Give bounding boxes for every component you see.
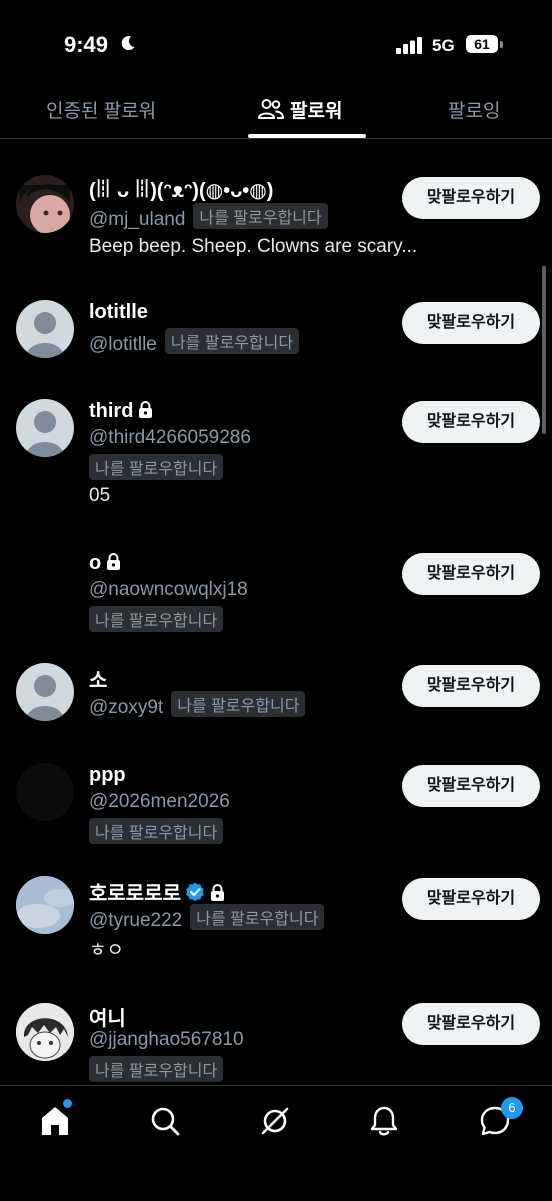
avatar[interactable] (16, 551, 74, 609)
follows-you-badge: 나를 팔로우합니다 (89, 454, 224, 480)
user-name-line: 호로로로로 (89, 877, 225, 906)
user-handle: @naowncowqlxj18 (89, 579, 248, 600)
user-name: 소 (89, 670, 108, 692)
avatar[interactable] (16, 663, 74, 721)
lock-icon (211, 884, 224, 901)
user-bio: ㅎㅇ (89, 940, 124, 961)
notifications-icon[interactable] (367, 1104, 401, 1138)
user-handle: @2026men2026 (89, 791, 230, 812)
user-name: 여니 (89, 1008, 126, 1030)
scrollbar[interactable] (542, 266, 546, 434)
status-bar: 9:49 5G 61 (0, 0, 552, 86)
user-handle: @lotitlle (89, 334, 157, 355)
tab-followers-label: 팔로워 (290, 101, 343, 122)
user-handle: @zoxy9t (89, 697, 164, 718)
follows-you-badge: 나를 팔로우합니다 (89, 606, 224, 632)
user-handle: @jjanghao567810 (89, 1029, 244, 1050)
verified-badge-icon (186, 882, 204, 902)
home-notification-dot (61, 1097, 74, 1110)
user-bio: 05 (89, 485, 111, 506)
user-name: o (89, 552, 102, 574)
follow-back-button[interactable]: 맞팔로우하기 (402, 665, 540, 707)
grok-icon[interactable] (258, 1104, 292, 1138)
lock-icon (107, 553, 121, 570)
avatar[interactable] (16, 1003, 74, 1061)
user-bio: Beep beep. Sheep. Clowns are scary... (89, 236, 418, 257)
follows-you-badge: 나를 팔로우합니다 (193, 203, 328, 229)
user-name: ppp (89, 764, 126, 786)
follow-back-button[interactable]: 맞팔로우하기 (402, 1003, 540, 1045)
list-item[interactable]: o @naowncowqlxj18 나를 팔로우합니다 맞팔로우하기 (0, 536, 552, 636)
tab-followers[interactable]: 팔로워 (258, 96, 342, 123)
network-type: 5G (432, 36, 455, 55)
user-name: lotitlle (89, 301, 148, 323)
moon-icon (121, 36, 135, 51)
list-item[interactable]: 여니 @jjanghao567810 나를 팔로우합니다 맞팔로우하기 (0, 988, 552, 1088)
user-name: 호로로로로 (89, 883, 181, 905)
bottom-nav: 6 (0, 1085, 552, 1201)
follows-you-badge: 나를 팔로우합니다 (89, 1056, 224, 1082)
lock-icon (139, 401, 153, 418)
follow-back-button[interactable]: 맞팔로우하기 (402, 401, 540, 443)
follows-you-badge: 나를 팔로우합니다 (164, 328, 300, 354)
search-icon[interactable] (148, 1104, 182, 1138)
user-name: third (89, 400, 134, 422)
avatar[interactable] (16, 763, 74, 821)
follow-back-button[interactable]: 맞팔로우하기 (402, 177, 540, 219)
user-handle: @tyrue222 (89, 910, 183, 931)
battery-level: 61 (466, 35, 498, 53)
avatar[interactable] (16, 175, 74, 233)
list-item[interactable]: 호로로로로 @tyrue222 나를 팔로우합니다 ㅎㅇ 맞팔로우하기 (0, 861, 552, 971)
follow-back-button[interactable]: 맞팔로우하기 (402, 553, 540, 595)
user-handle: @mj_uland (89, 209, 186, 230)
list-item[interactable]: third @third4266059286 나를 팔로우합니다 05 맞팔로우… (0, 384, 552, 514)
follows-you-badge: 나를 팔로우합니다 (171, 691, 306, 717)
list-item[interactable]: lotitlle @lotitlle 나를 팔로우합니다 맞팔로우하기 (0, 285, 552, 375)
user-handle-line: @tyrue222 나를 팔로우합니다 (89, 904, 325, 932)
follow-back-button[interactable]: 맞팔로우하기 (402, 878, 540, 920)
list-item[interactable]: ppp @2026men2026 나를 팔로우합니다 맞팔로우하기 (0, 748, 552, 848)
follows-you-badge: 나를 팔로우합니다 (89, 818, 224, 844)
battery-icon (500, 41, 503, 48)
follow-back-button[interactable]: 맞팔로우하기 (402, 302, 540, 344)
user-handle-line: @lotitlle 나를 팔로우합니다 (89, 328, 300, 356)
avatar[interactable] (16, 876, 74, 934)
user-handle-line: @zoxy9t 나를 팔로우합니다 (89, 691, 306, 719)
active-tab-indicator (248, 134, 366, 138)
avatar[interactable] (16, 399, 74, 457)
tab-verified-followers[interactable]: 인증된 팔로워 (46, 96, 156, 123)
user-handle-line: @mj_uland 나를 팔로우합니다 (89, 203, 328, 231)
user-name-line: third (89, 400, 153, 423)
follow-back-button[interactable]: 맞팔로우하기 (402, 765, 540, 807)
user-handle: @third4266059286 (89, 427, 251, 448)
user-name-line: o (89, 552, 121, 575)
status-time: 9:49 (64, 32, 109, 57)
tab-bar: 인증된 팔로워 팔로워 팔로잉 (0, 86, 552, 139)
user-name: (ꈨ ᴗ ꈨ)(ᵔᴥᵔ)(◍•ᴗ•◍) (89, 180, 274, 202)
list-item[interactable]: (ꈨ ᴗ ꈨ)(ᵔᴥᵔ)(◍•ᴗ•◍) @mj_uland 나를 팔로우합니다 B… (0, 160, 552, 280)
follows-you-badge: 나를 팔로우합니다 (190, 904, 325, 930)
messages-unread-count: 6 (501, 1097, 523, 1119)
tab-following[interactable]: 팔로잉 (448, 96, 500, 123)
avatar[interactable] (16, 300, 74, 358)
people-icon (258, 99, 284, 119)
list-item[interactable]: 소 @zoxy9t 나를 팔로우합니다 맞팔로우하기 (0, 648, 552, 738)
signal-icon (396, 37, 422, 54)
